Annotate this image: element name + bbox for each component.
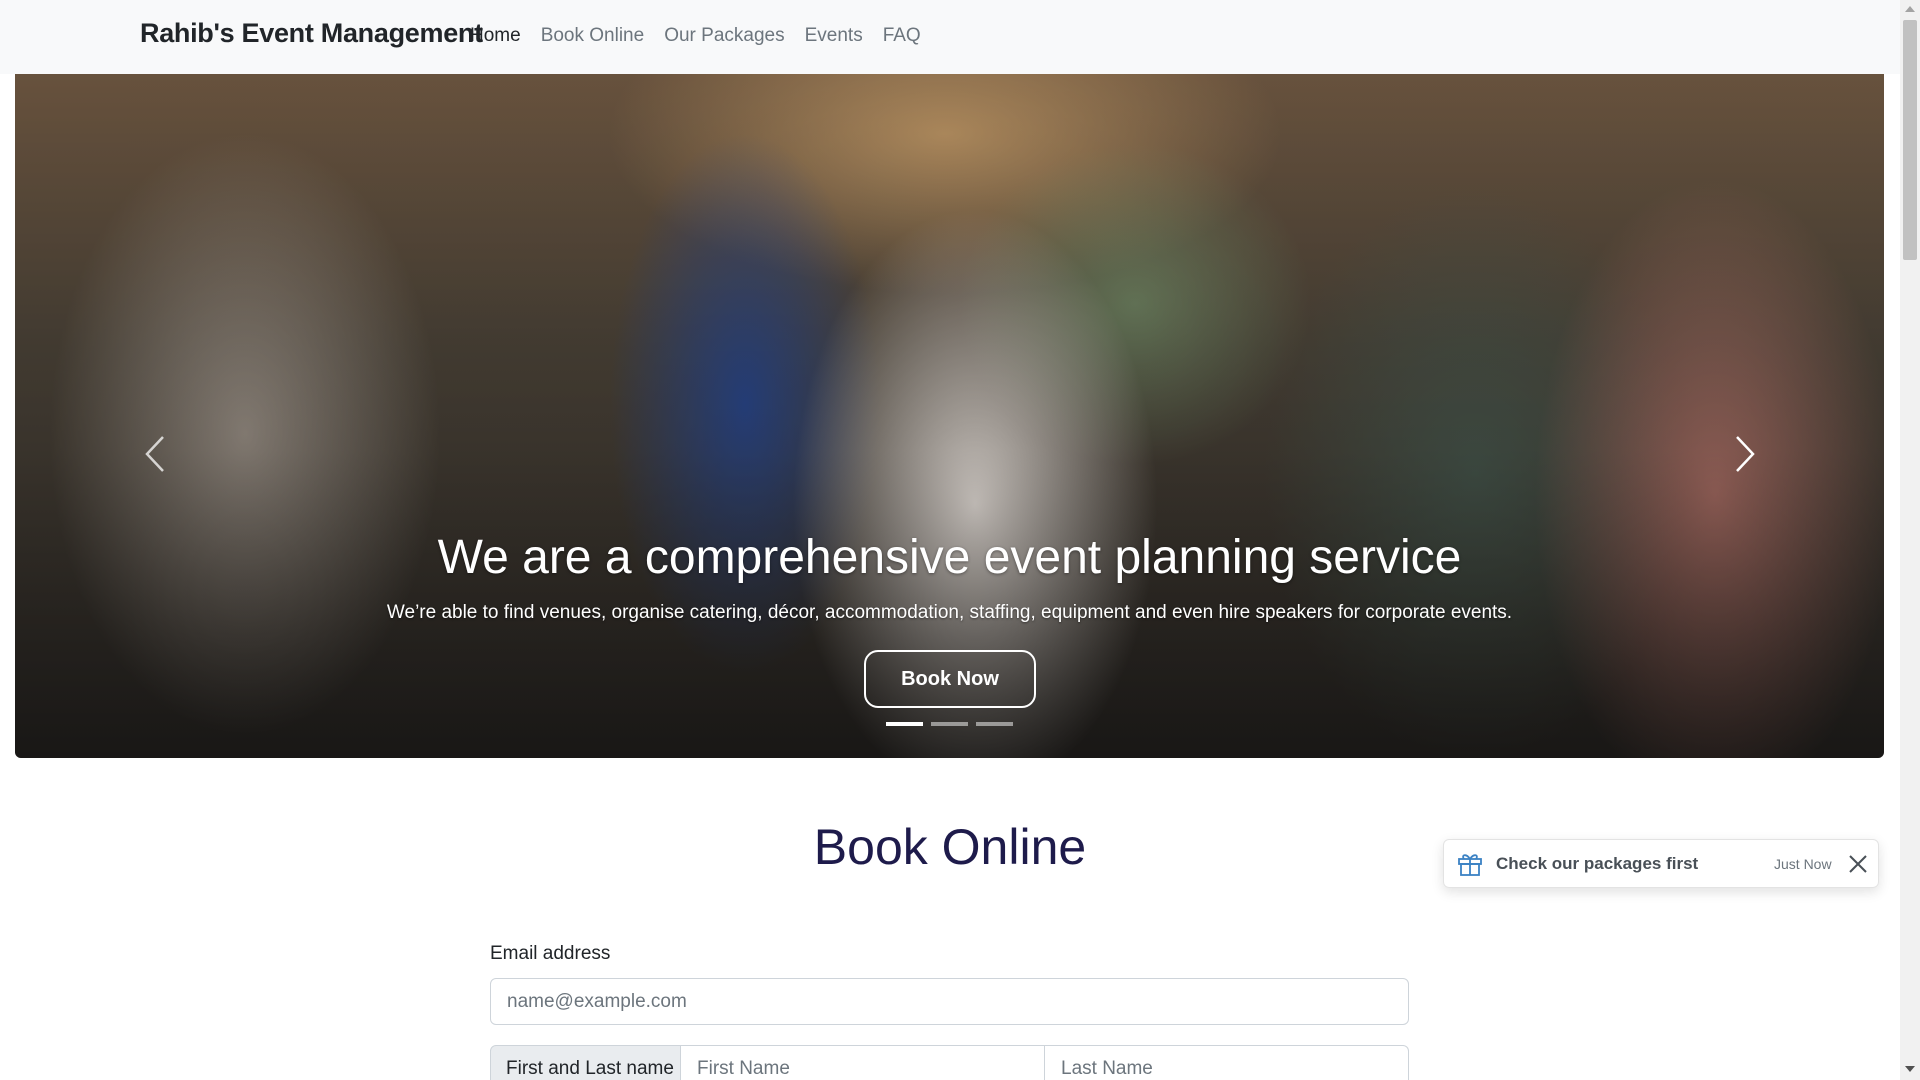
scrollbar-thumb[interactable] <box>1903 20 1917 260</box>
navbar: Rahib's Event Management Home Book Onlin… <box>0 0 1900 74</box>
chevron-left-icon <box>145 436 164 472</box>
carousel-caption-text: We’re able to find venues, organise cate… <box>386 602 1513 623</box>
carousel-prev-button[interactable] <box>135 424 175 484</box>
close-icon[interactable] <box>1846 852 1870 876</box>
chevron-right-icon <box>1736 436 1755 472</box>
book-now-button[interactable]: Book Now <box>864 650 1036 708</box>
page: Rahib's Event Management Home Book Onlin… <box>0 0 1900 1080</box>
hero-carousel: We are a comprehensive event planning se… <box>15 74 1884 758</box>
nav-link-home[interactable]: Home <box>470 25 521 47</box>
carousel-caption-title: We are a comprehensive event planning se… <box>437 531 1462 584</box>
gift-icon <box>1456 850 1484 883</box>
carousel-indicators <box>886 722 1013 726</box>
scroll-up-arrow-icon[interactable] <box>1905 6 1915 12</box>
nav-link-faq[interactable]: FAQ <box>883 25 921 47</box>
nav-link-book-online[interactable]: Book Online <box>541 25 645 47</box>
brand-logo-text[interactable]: Rahib's Event Management <box>140 18 483 49</box>
nav-link-our-packages[interactable]: Our Packages <box>664 25 784 47</box>
toast-title: Check our packages first <box>1496 854 1699 873</box>
carousel-next-button[interactable] <box>1725 424 1765 484</box>
packages-toast: Check our packages first Just Now <box>1443 839 1879 888</box>
toast-time: Just Now <box>1774 856 1832 872</box>
first-name-field[interactable] <box>681 1045 1045 1080</box>
nav-links: Home Book Online Our Packages Events FAQ <box>470 25 941 47</box>
name-label: First and Last name <box>490 1045 681 1080</box>
email-label: Email address <box>490 943 611 964</box>
nav-link-events[interactable]: Events <box>805 25 863 47</box>
name-input-group: First and Last name <box>490 1045 1409 1080</box>
last-name-field[interactable] <box>1045 1045 1409 1080</box>
carousel-indicator-3[interactable] <box>976 722 1013 726</box>
carousel-indicator-2[interactable] <box>931 722 968 726</box>
vertical-scrollbar[interactable] <box>1900 0 1920 1080</box>
carousel-indicator-1[interactable] <box>886 722 923 726</box>
email-field[interactable] <box>490 978 1409 1025</box>
scroll-down-arrow-icon[interactable] <box>1905 1066 1915 1072</box>
